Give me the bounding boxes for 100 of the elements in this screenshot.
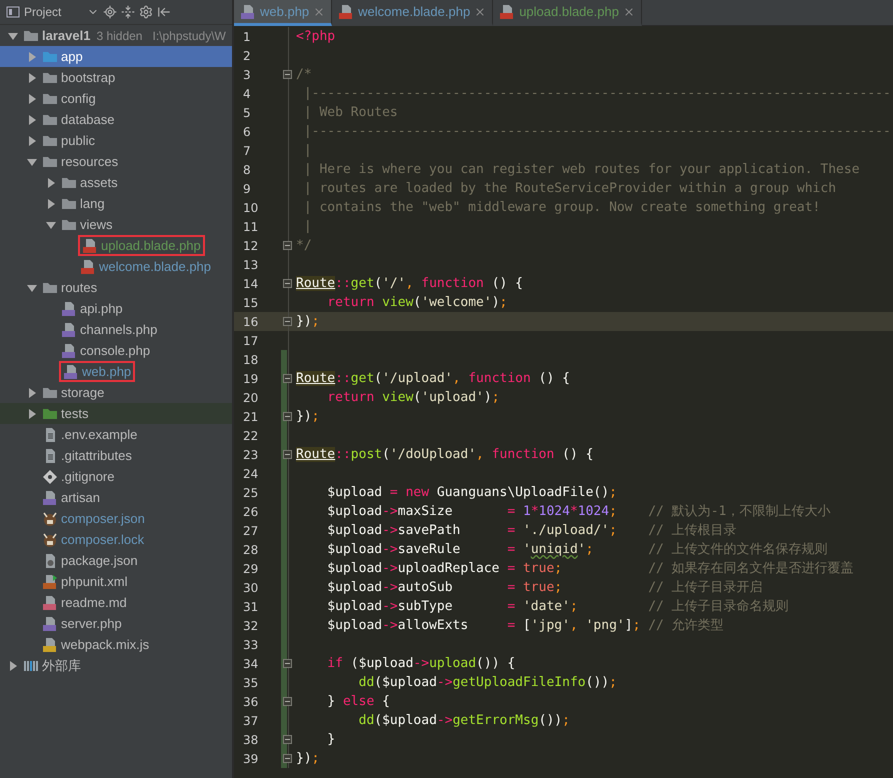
file-icon xyxy=(42,636,58,652)
tree-item-label[interactable]: .env.example xyxy=(61,427,138,442)
tree-item-label[interactable]: artisan xyxy=(61,490,100,505)
tree-item-label[interactable]: upload.blade.php xyxy=(101,238,201,253)
file-icon xyxy=(61,300,77,316)
tree-item-label[interactable]: phpunit.xml xyxy=(61,574,128,589)
code-line: }); xyxy=(296,313,320,331)
fold-icon[interactable] xyxy=(283,317,292,326)
code-line: } xyxy=(326,731,336,749)
tree-item-label[interactable]: channels.php xyxy=(80,322,158,337)
tree-item-label[interactable]: .gitattributes xyxy=(61,448,132,463)
code-line: | Here is where you can register web routes for your application. These xyxy=(302,161,861,179)
fold-icon[interactable] xyxy=(283,754,292,763)
tree-item-label[interactable]: server.php xyxy=(61,616,122,631)
line-number: 6 xyxy=(242,124,252,138)
tree-item-label[interactable]: laravel1 xyxy=(42,28,90,43)
tree-item-label[interactable]: public xyxy=(61,133,95,148)
tree-item-label[interactable]: package.json xyxy=(61,553,138,568)
tree-item-label[interactable]: composer.json xyxy=(61,511,145,526)
tree-item-label[interactable]: readme.md xyxy=(61,595,127,610)
code-line: |-------------------------------------------------------------------------- xyxy=(302,85,892,103)
editor-tab[interactable]: welcome.blade.php xyxy=(332,0,494,26)
line-number: 27 xyxy=(242,524,260,538)
file-icon xyxy=(499,4,516,20)
file-icon xyxy=(42,616,58,632)
tree-item-label[interactable]: routes xyxy=(61,280,98,295)
line-number: 36 xyxy=(242,694,260,708)
line-number: 7 xyxy=(242,144,252,158)
collapse-icon[interactable] xyxy=(121,5,136,19)
close-icon[interactable] xyxy=(474,6,486,18)
tree-item-label[interactable]: .gitignore xyxy=(61,469,114,484)
fold-icon[interactable] xyxy=(283,241,292,250)
line-number: 14 xyxy=(242,276,260,290)
file-icon xyxy=(61,322,77,338)
hidden-count: 3 hidden xyxy=(96,28,142,42)
tree-item-label[interactable]: views xyxy=(80,217,113,232)
tree-item-label[interactable]: config xyxy=(61,91,96,106)
fold-icon[interactable] xyxy=(283,450,292,459)
tree-item-label[interactable]: console.php xyxy=(80,343,150,358)
tree-row[interactable]: tests xyxy=(0,403,232,424)
file-icon xyxy=(338,4,354,20)
line-number: 25 xyxy=(242,486,260,500)
locate-icon[interactable] xyxy=(103,5,118,19)
tab-label[interactable]: welcome.blade.php xyxy=(358,4,470,19)
close-icon[interactable] xyxy=(622,6,635,18)
hide-icon[interactable] xyxy=(157,5,172,19)
line-number: 21 xyxy=(242,410,260,424)
fold-icon[interactable] xyxy=(283,279,292,288)
line-number: 13 xyxy=(242,258,260,272)
tree-item-label[interactable]: bootstrap xyxy=(61,70,116,85)
settings-icon[interactable] xyxy=(139,5,154,19)
editor-tab[interactable]: upload.blade.php xyxy=(493,0,642,26)
panel-icon xyxy=(6,5,20,19)
selected-tree-row[interactable]: app xyxy=(0,46,232,67)
file-icon xyxy=(63,364,79,380)
code-line: $upload->subType = 'date'; // 上传子目录命名规则 xyxy=(326,598,790,616)
tree-item-label[interactable]: api.php xyxy=(80,301,123,316)
tree-item-label[interactable]: assets xyxy=(80,175,118,190)
fold-icon[interactable] xyxy=(283,412,292,421)
fold-icon[interactable] xyxy=(283,697,292,706)
code-line: */ xyxy=(296,237,313,255)
composer-icon xyxy=(42,510,58,526)
line-number: 26 xyxy=(242,504,260,518)
tree-item-label[interactable]: lang xyxy=(80,196,105,211)
code-line: /* xyxy=(296,66,313,84)
code-line: | contains the "web" middleware group. Now create something great! xyxy=(302,199,822,217)
tree-item-label[interactable]: resources xyxy=(61,154,118,169)
line-number: 23 xyxy=(242,448,260,462)
line-number: 30 xyxy=(242,580,260,594)
code-line: $upload->uploadReplace = true; // 如果存在同名文件是否进行覆盖 xyxy=(326,560,855,578)
composer-icon xyxy=(42,532,58,548)
fold-icon[interactable] xyxy=(283,70,292,79)
tree-item-label[interactable]: database xyxy=(61,112,114,127)
tree-item-label[interactable]: app xyxy=(61,49,83,64)
line-number: 29 xyxy=(242,562,260,576)
line-number: 8 xyxy=(242,162,252,176)
tab-label[interactable]: upload.blade.php xyxy=(519,4,619,19)
line-number: 24 xyxy=(242,466,260,480)
fold-icon[interactable] xyxy=(283,659,292,668)
project-path: I:\phpstudy\W xyxy=(152,28,226,42)
fold-icon[interactable] xyxy=(283,735,292,744)
tree-item-label[interactable]: storage xyxy=(61,385,104,400)
code-line: } else { xyxy=(326,693,391,711)
line-number: 20 xyxy=(242,390,260,404)
line-number: 18 xyxy=(242,352,260,366)
line-number: 34 xyxy=(242,656,260,670)
line-number: 38 xyxy=(242,732,260,746)
tree-item-label[interactable]: 外部库 xyxy=(42,656,81,674)
tree-item-label[interactable]: welcome.blade.php xyxy=(99,259,212,274)
tree-item-label[interactable]: web.php xyxy=(82,364,132,379)
tree-item-label[interactable]: webpack.mix.js xyxy=(61,637,150,652)
code-line: | routes are loaded by the RouteServiceProvider within a group which xyxy=(302,180,838,198)
tree-item-label[interactable]: tests xyxy=(61,406,88,421)
line-number: 35 xyxy=(242,676,260,690)
fold-icon[interactable] xyxy=(283,374,292,383)
code-line: | Web Routes xyxy=(302,104,399,122)
code-line: return view('upload'); xyxy=(326,389,501,407)
code-line: $upload->saveRule = 'uniqid'; // 上传文件的文件名保存规则 xyxy=(326,541,829,559)
tree-item-label[interactable]: composer.lock xyxy=(61,532,144,547)
project-view-selector[interactable]: Project xyxy=(24,5,62,19)
